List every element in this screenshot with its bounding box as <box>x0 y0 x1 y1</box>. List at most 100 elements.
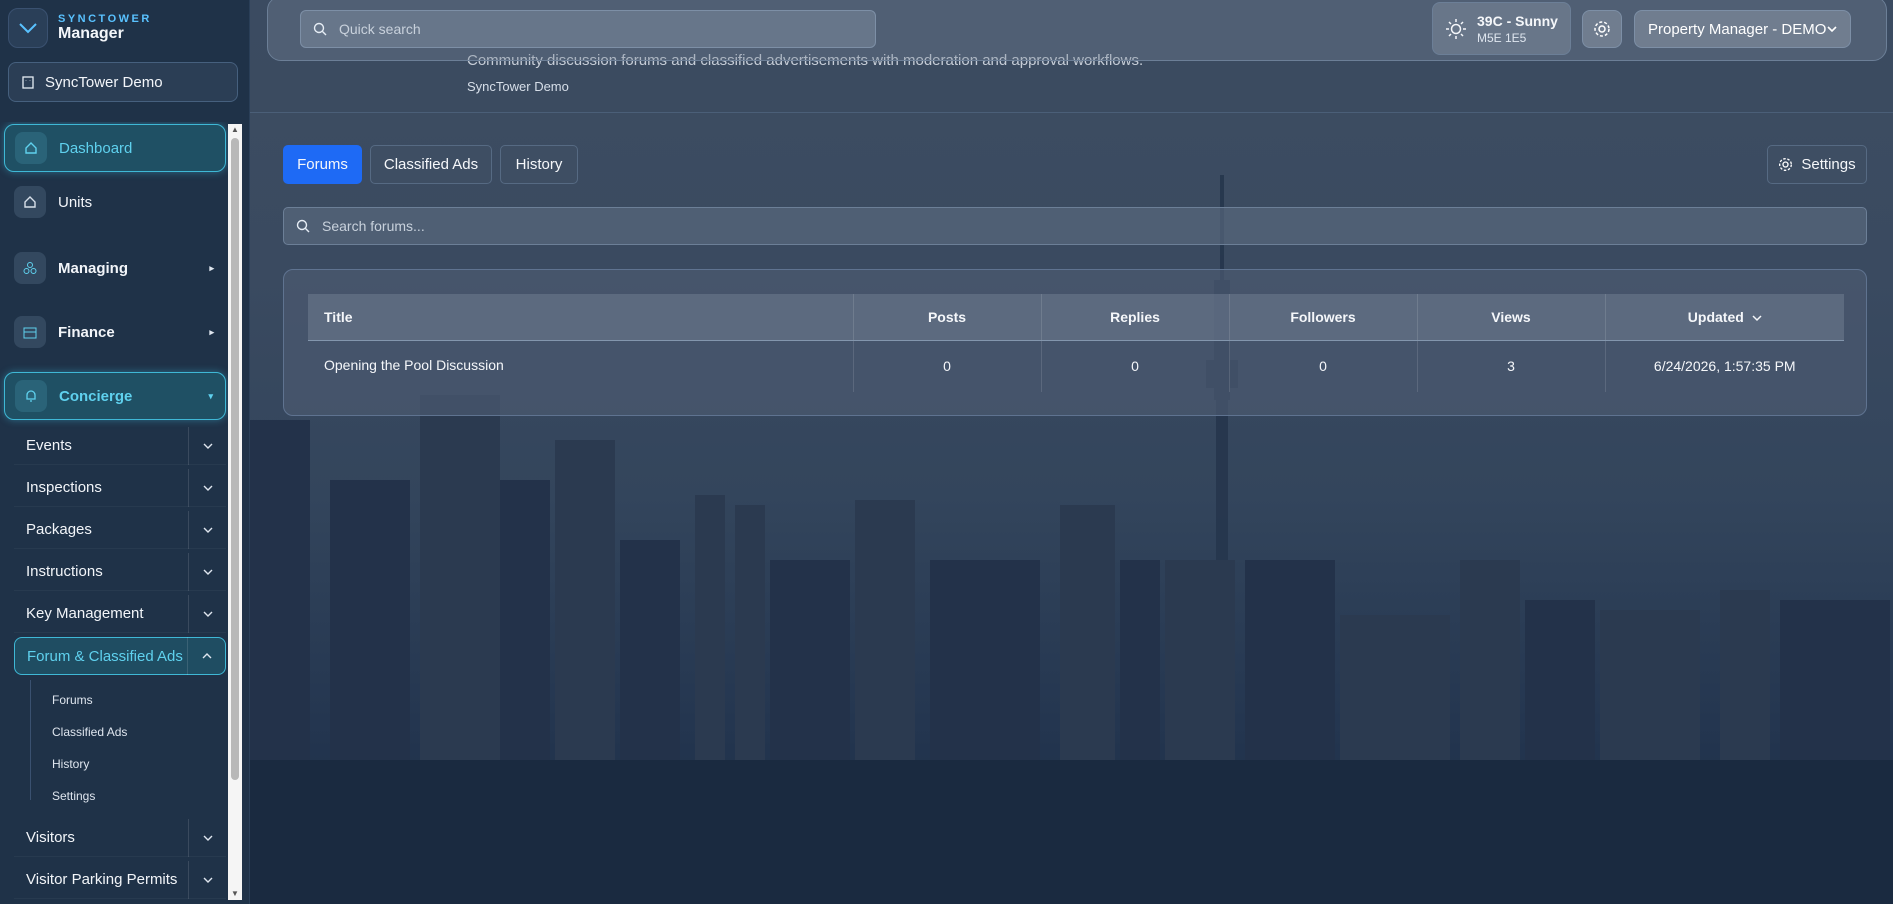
chevron-down-icon[interactable] <box>188 594 226 633</box>
tree-line <box>30 680 31 800</box>
sidebar-nav: Dashboard Units Managing ▸ Finance ▸ Con… <box>0 122 236 902</box>
column-header-followers[interactable]: Followers <box>1228 294 1417 341</box>
search-icon <box>313 22 327 36</box>
page-org: SyncTower Demo <box>467 79 569 94</box>
sidebar-item-concierge[interactable]: Concierge ▾ <box>4 372 226 420</box>
table-row[interactable]: Opening the Pool Discussion 0 0 0 3 6/24… <box>308 340 1844 392</box>
sidebar-leaf-history[interactable]: History <box>52 757 89 771</box>
bell-icon <box>15 380 47 412</box>
sub-item-label: Inspections <box>26 479 102 496</box>
sidebar-item-managing[interactable]: Managing ▸ <box>4 244 226 292</box>
settings-gear-button[interactable] <box>1582 10 1622 48</box>
column-header-views[interactable]: Views <box>1416 294 1605 341</box>
sub-item-label: Key Management <box>26 605 144 622</box>
building-icon <box>22 76 34 89</box>
sidebar-item-label: Managing <box>58 259 128 277</box>
settings-label: Settings <box>1801 156 1856 173</box>
role-selector[interactable]: Property Manager - DEMO <box>1634 10 1851 48</box>
forum-settings-button[interactable]: Settings <box>1767 145 1867 184</box>
tab-classified-ads[interactable]: Classified Ads <box>370 145 492 184</box>
sidebar-scrollbar[interactable]: ▲ ▼ <box>228 124 242 900</box>
sub-item-label: Events <box>26 437 72 454</box>
sidebar-item-finance[interactable]: Finance ▸ <box>4 308 226 356</box>
home-icon <box>14 186 46 218</box>
sort-chevron-down-icon <box>1752 315 1762 321</box>
chevron-up-icon[interactable] <box>187 637 225 675</box>
caret-down-icon: ▾ <box>208 390 213 401</box>
chevron-down-icon[interactable] <box>188 426 226 465</box>
sub-item-label: Visitors <box>26 829 75 846</box>
sidebar-sub-inspections[interactable]: Inspections <box>14 468 226 507</box>
sidebar-item-label: Dashboard <box>59 139 133 157</box>
synctower-logo-icon <box>8 8 48 48</box>
sidebar-item-dashboard[interactable]: Dashboard <box>4 124 226 172</box>
weather-postal-code: M5E 1E5 <box>1477 30 1527 45</box>
sidebar-item-label: Units <box>58 193 93 211</box>
cluster-icon <box>14 252 46 284</box>
cell-updated: 6/24/2026, 1:57:35 PM <box>1604 340 1844 392</box>
chevron-down-icon[interactable] <box>188 510 226 549</box>
caret-right-icon: ▸ <box>209 326 214 337</box>
brand-top: SYNCTOWER <box>58 13 152 26</box>
gear-icon <box>1779 158 1793 171</box>
gear-icon <box>1594 21 1610 37</box>
chevron-down-icon[interactable] <box>188 860 226 899</box>
sidebar-sub-instructions[interactable]: Instructions <box>14 552 226 591</box>
org-selector-label: SyncTower Demo <box>45 73 163 91</box>
sidebar: SYNCTOWER Manager SyncTower Demo Dashboa… <box>0 0 250 904</box>
chevron-down-icon[interactable] <box>188 468 226 507</box>
forum-search-input[interactable] <box>322 218 1822 234</box>
forums-table: Title Posts Replies Followers Views Upda… <box>308 294 1844 392</box>
search-icon <box>296 219 310 233</box>
sidebar-sub-events[interactable]: Events <box>14 426 226 465</box>
sidebar-sub-visitor-parking-permits[interactable]: Visitor Parking Permits <box>14 860 226 899</box>
sub-item-label: Instructions <box>26 563 103 580</box>
cell-followers: 0 <box>1228 340 1417 392</box>
forum-search[interactable] <box>283 207 1867 245</box>
tab-history[interactable]: History <box>500 145 578 184</box>
sidebar-sub-forum-classified-ads[interactable]: Forum & Classified Ads <box>14 637 226 675</box>
home-icon <box>15 132 47 164</box>
column-header-label: Updated <box>1687 308 1744 325</box>
sidebar-item-units[interactable]: Units <box>4 178 226 226</box>
sub-item-label: Visitor Parking Permits <box>26 871 178 888</box>
table-header-row: Title Posts Replies Followers Views Upda… <box>308 294 1844 341</box>
sidebar-sub-key-management[interactable]: Key Management <box>14 594 226 633</box>
sidebar-sub-packages[interactable]: Packages <box>14 510 226 549</box>
chevron-down-icon <box>1827 26 1837 33</box>
sidebar-leaf-forums[interactable]: Forums <box>52 693 93 707</box>
column-header-replies[interactable]: Replies <box>1040 294 1229 341</box>
org-selector[interactable]: SyncTower Demo <box>8 62 238 102</box>
sidebar-leaf-classified-ads[interactable]: Classified Ads <box>52 725 127 739</box>
cell-title[interactable]: Opening the Pool Discussion <box>308 340 853 392</box>
forums-table-card: Title Posts Replies Followers Views Upda… <box>283 269 1867 416</box>
sidebar-sub-visitors[interactable]: Visitors <box>14 818 226 857</box>
scroll-up-icon[interactable]: ▲ <box>231 126 239 134</box>
cell-replies: 0 <box>1040 340 1229 392</box>
sidebar-leaf-settings[interactable]: Settings <box>52 789 95 803</box>
weather-widget[interactable]: 39C - Sunny M5E 1E5 <box>1432 2 1571 55</box>
quick-search[interactable] <box>300 10 876 48</box>
sidebar-item-label: Finance <box>58 323 115 341</box>
column-header-updated[interactable]: Updated <box>1604 294 1844 341</box>
role-label: Property Manager - DEMO <box>1648 20 1827 38</box>
cell-views: 3 <box>1416 340 1605 392</box>
tab-forums[interactable]: Forums <box>283 145 362 184</box>
city-skyline-background <box>0 0 1893 904</box>
column-header-posts[interactable]: Posts <box>852 294 1041 341</box>
brand[interactable]: SYNCTOWER Manager <box>8 8 238 48</box>
chevron-down-icon[interactable] <box>188 818 226 857</box>
weather-summary: 39C - Sunny <box>1477 12 1558 29</box>
sub-item-label: Packages <box>26 521 92 538</box>
sidebar-item-label: Concierge <box>59 387 133 405</box>
sun-icon <box>1446 18 1466 39</box>
quick-search-input[interactable] <box>339 21 839 37</box>
column-header-title[interactable]: Title <box>308 294 853 341</box>
chevron-down-icon[interactable] <box>188 552 226 591</box>
scrollbar-thumb[interactable] <box>231 138 239 780</box>
caret-right-icon: ▸ <box>209 262 214 273</box>
building-icon <box>14 316 46 348</box>
cell-posts: 0 <box>852 340 1041 392</box>
scroll-down-icon[interactable]: ▼ <box>231 890 239 898</box>
sub-item-label: Forum & Classified Ads <box>27 647 183 665</box>
